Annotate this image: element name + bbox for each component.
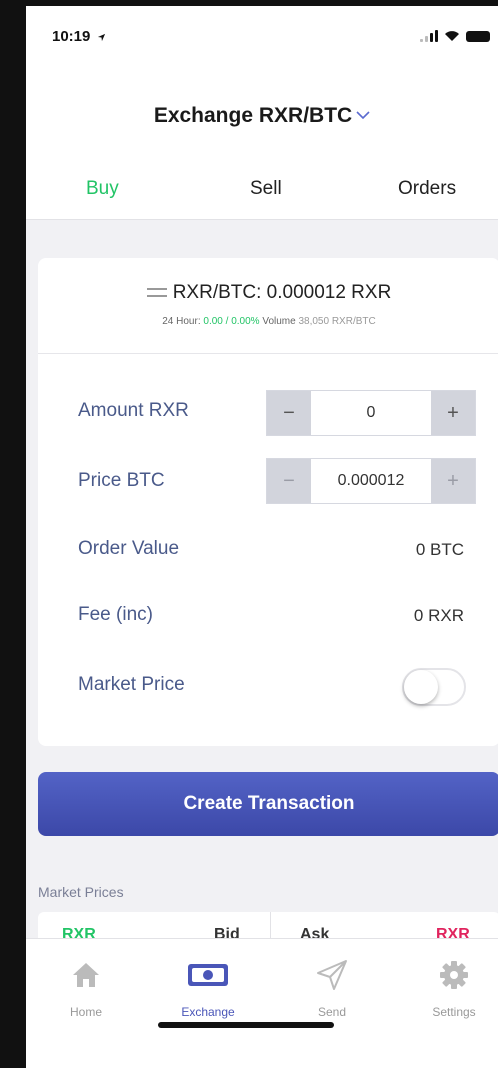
amount-increment-button[interactable]: + bbox=[431, 391, 475, 435]
order-value: 0 BTC bbox=[415, 540, 464, 559]
order-value-label: Order Value bbox=[78, 538, 180, 559]
phone-screen: 10:19 Exchange RXR/BTC Buy Sell Orders R… bbox=[26, 6, 498, 1068]
nav-home[interactable]: Home bbox=[36, 955, 136, 1019]
tab-orders[interactable]: Orders bbox=[398, 178, 456, 200]
price-decrement-button[interactable]: − bbox=[267, 459, 311, 503]
trade-tabs: Buy Sell Orders bbox=[26, 160, 498, 220]
price-change: 0.00 / 0.00% bbox=[203, 316, 260, 327]
price-input[interactable]: 0.000012 bbox=[311, 459, 431, 503]
amount-input[interactable]: 0 bbox=[311, 391, 431, 435]
ticker-stats: 24 Hour: 0.00 / 0.00% Volume 38,050 RXR/… bbox=[162, 316, 376, 327]
create-transaction-button[interactable]: Create Transaction bbox=[38, 772, 498, 836]
wifi-icon bbox=[445, 31, 459, 41]
bottom-nav: Home Exchange Send Settings bbox=[26, 938, 498, 1068]
home-icon bbox=[73, 963, 99, 987]
page-title: Exchange RXR/BTC bbox=[153, 104, 353, 127]
location-arrow-icon bbox=[97, 33, 105, 41]
price-label: Price BTC bbox=[78, 470, 165, 491]
order-form: Amount RXR − 0 + Price BTC − 0.000012 + … bbox=[38, 354, 498, 746]
battery-icon bbox=[466, 30, 490, 42]
amount-label: Amount RXR bbox=[78, 400, 189, 421]
nav-exchange[interactable]: Exchange bbox=[158, 955, 258, 1019]
status-icons bbox=[420, 28, 490, 44]
pair-price: RXR/BTC: 0.000012 RXR bbox=[38, 282, 498, 304]
equals-icon bbox=[146, 288, 167, 298]
nav-settings[interactable]: Settings bbox=[404, 955, 498, 1019]
gear-icon bbox=[440, 961, 468, 989]
market-price-toggle[interactable] bbox=[402, 668, 466, 706]
amount-stepper: − 0 + bbox=[266, 390, 476, 436]
send-icon bbox=[317, 960, 347, 990]
ticker-card: RXR/BTC: 0.000012 RXR 24 Hour: 0.00 / 0.… bbox=[38, 258, 498, 354]
fee-value: 0 RXR bbox=[413, 606, 464, 625]
market-price-label: Market Price bbox=[78, 674, 185, 695]
status-time: 10:19 bbox=[52, 28, 106, 45]
exchange-header[interactable]: Exchange RXR/BTC bbox=[26, 72, 498, 160]
price-stepper: − 0.000012 + bbox=[266, 458, 476, 504]
market-prices-label: Market Prices bbox=[38, 884, 124, 900]
price-increment-button[interactable]: + bbox=[431, 459, 475, 503]
amount-decrement-button[interactable]: − bbox=[267, 391, 311, 435]
tab-sell[interactable]: Sell bbox=[250, 178, 282, 200]
exchange-icon bbox=[188, 964, 228, 986]
cellular-signal-icon bbox=[420, 30, 438, 42]
tab-buy[interactable]: Buy bbox=[86, 178, 119, 200]
volume-value: 38,050 RXR/BTC bbox=[298, 316, 376, 327]
status-bar: 10:19 bbox=[26, 6, 498, 72]
fee-label: Fee (inc) bbox=[78, 604, 153, 625]
nav-send[interactable]: Send bbox=[282, 955, 382, 1019]
toggle-knob bbox=[404, 670, 438, 704]
chevron-down-icon[interactable] bbox=[356, 110, 370, 120]
home-indicator[interactable] bbox=[158, 1022, 334, 1028]
